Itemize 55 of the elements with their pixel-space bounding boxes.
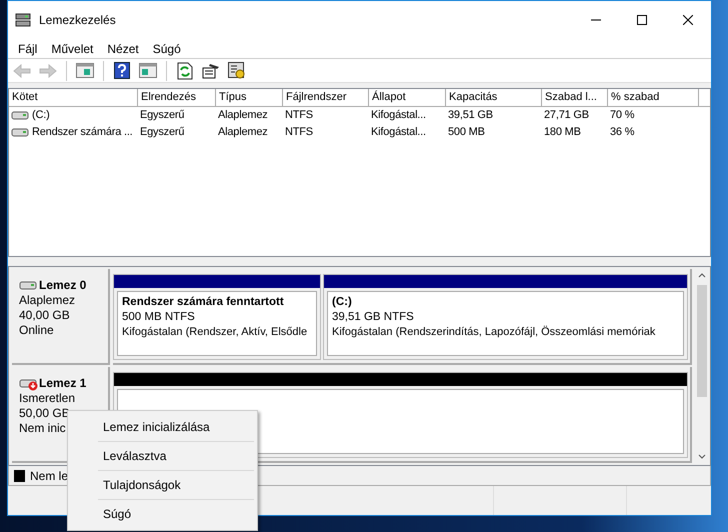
column-header[interactable]: Elrendezés [138,89,216,107]
disk-type: Ismeretlen [19,391,76,406]
table-cell-text: NTFS [285,108,313,124]
menu-item[interactable]: Nézet [100,40,146,58]
table-cell-text: Alaplemez [218,108,268,124]
disk-name: Lemez 0 [39,278,86,293]
partition[interactable]: Rendszer számára fenntartott 500 MB NTFS Kifogástalan (Rendszer, Aktív, Elsődle [113,274,321,360]
close-icon [683,15,693,25]
column-header[interactable]: Fájlrendszer [283,89,369,107]
column-header[interactable]: % szabad [608,89,699,107]
menu-item[interactable]: Művelet [44,40,100,58]
partition-size: 500 MB NTFS [122,310,196,325]
table-cell-text: 36 % [610,125,634,140]
table-cell-text: 500 MB [448,125,485,140]
maximize-icon [637,15,647,25]
disk-type: Alaplemez [19,293,76,308]
table-cell-text: (C:) [32,108,50,124]
window-title: Lemezkezelés [39,12,116,29]
table-cell-text: Rendszer számára ... [32,125,133,140]
column-header[interactable]: Kapacitás [446,89,542,107]
partition-size: 39,51 GB NTFS [332,310,415,325]
context-menu-item[interactable]: Tulajdonságok [68,471,257,499]
disk-warning-icon [19,376,39,390]
column-header[interactable]: Állapot [369,89,446,107]
table-cell-text: Egyszerű [140,108,184,124]
partition[interactable]: (C:) 39,51 GB NTFS Kifogástalan (Rendszerindítás, Lapozófájl, Összeomlási memóriak [323,274,688,360]
disk-icon [11,126,31,140]
disk-icon [19,278,39,292]
disk-icon [11,108,31,122]
table-cell-text: Kifogástal... [371,108,426,124]
disk-status: Nem inic [19,421,67,436]
partition-title: (C:) [332,295,353,310]
table-cell-text: 70 % [610,108,634,124]
column-header[interactable]: Kötet [9,89,138,107]
disk-management-icon [15,12,31,28]
table-cell-text: NTFS [285,125,313,140]
partition-status: Kifogástalan (Rendszerindítás, Lapozófájl, Összeomlási memóriak [332,325,656,340]
column-header[interactable]: Típus [216,89,283,107]
table-cell-text: Alaplemez [218,125,268,140]
disk-info-panel[interactable]: Lemez 0 Alaplemez 40,00 GB Online [12,269,110,365]
partition-status: Kifogástalan (Rendszer, Aktív, Elsődle [122,325,308,340]
table-cell-text: Egyszerű [140,125,184,140]
menu-item[interactable]: Súgó [146,40,188,58]
disk-status: Online [19,323,55,338]
table-cell-text: 180 MB [544,125,581,140]
context-menu-item[interactable]: Súgó [68,500,257,528]
partition-title: Rendszer számára fenntartott [122,295,285,310]
table-cell-text: 27,71 GB [544,108,589,124]
legend-label: Nem le [30,468,68,484]
disk-name: Lemez 1 [39,376,86,391]
column-header[interactable]: Szabad l... [542,89,608,107]
table-cell-text: Kifogástal... [371,125,426,140]
menu-item[interactable]: Fájl [11,40,44,58]
disk-size: 40,00 GB [19,308,71,323]
table-cell-text: 39,51 GB [448,108,493,124]
